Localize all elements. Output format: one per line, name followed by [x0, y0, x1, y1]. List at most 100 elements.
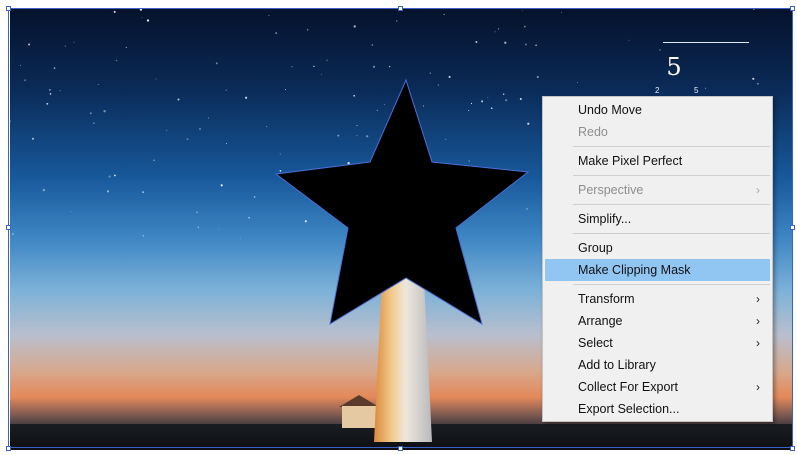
sky-star — [429, 72, 431, 74]
menu-item-arrange[interactable]: Arrange › — [545, 310, 770, 332]
sky-star — [268, 14, 270, 16]
sky-star — [240, 238, 242, 240]
sky-star — [153, 159, 155, 161]
menu-item-label: Arrange — [578, 314, 623, 328]
sky-star — [353, 25, 356, 28]
sky-star — [20, 64, 21, 66]
sky-star — [12, 233, 14, 235]
menu-item-select[interactable]: Select › — [545, 332, 770, 354]
sky-star — [372, 65, 376, 68]
menu-item-label: Make Pixel Perfect — [578, 154, 683, 168]
sky-star — [103, 110, 106, 113]
sky-star — [49, 89, 51, 91]
sky-star — [220, 184, 223, 187]
sky-star — [497, 28, 500, 30]
sky-star — [306, 28, 309, 31]
sky-star — [115, 59, 118, 62]
sky-star — [577, 82, 579, 84]
menu-item-label: Make Clipping Mask — [578, 263, 691, 277]
sky-star — [753, 9, 755, 11]
menu-item-label: Transform — [578, 292, 635, 306]
sky-star — [186, 138, 189, 140]
menu-separator — [573, 175, 770, 176]
resize-handle-bottom-left[interactable] — [6, 446, 11, 451]
chevron-right-icon: › — [756, 336, 760, 350]
menu-item-make-pixel-perfect[interactable]: Make Pixel Perfect — [545, 150, 770, 172]
chevron-right-icon: › — [756, 314, 760, 328]
resize-handle-bottom-right[interactable] — [790, 446, 795, 451]
sky-star — [326, 59, 328, 62]
sky-star — [59, 90, 61, 92]
menu-item-perspective[interactable]: Perspective › — [545, 179, 770, 201]
sky-star — [155, 78, 157, 80]
sky-star — [97, 84, 99, 85]
sky-star — [244, 96, 248, 99]
menu-item-export-selection[interactable]: Export Selection... — [545, 398, 770, 420]
sky-star — [371, 44, 374, 46]
sky-star — [704, 87, 707, 89]
menu-item-label: Perspective — [578, 183, 644, 197]
sky-star — [215, 62, 218, 65]
menu-item-collect-for-export[interactable]: Collect For Export › — [545, 376, 770, 398]
menu-item-group[interactable]: Group — [545, 237, 770, 259]
sky-star — [49, 93, 52, 95]
sky-star — [69, 211, 71, 213]
menu-item-label: Export Selection... — [578, 402, 680, 416]
sky-star — [10, 120, 11, 122]
resize-handle-top-left[interactable] — [6, 6, 11, 11]
sky-star — [757, 82, 759, 85]
resize-handle-right[interactable] — [790, 225, 795, 230]
menu-item-simplify[interactable]: Simplify... — [545, 208, 770, 230]
menu-separator — [573, 204, 770, 205]
sky-star — [125, 46, 127, 49]
sky-star — [225, 89, 227, 91]
menu-item-undo-move[interactable]: Undo Move — [545, 99, 770, 121]
menu-item-transform[interactable]: Transform › — [545, 288, 770, 310]
menu-item-label: Simplify... — [578, 212, 632, 226]
sky-star — [106, 190, 110, 193]
sky-star — [177, 98, 180, 101]
sky-star — [320, 73, 322, 75]
artboard-tick-label: 5 — [694, 86, 699, 95]
sky-star — [73, 41, 75, 43]
sky-star — [659, 49, 661, 51]
menu-item-label: Select — [578, 336, 613, 350]
sky-star — [275, 32, 278, 35]
menu-item-redo[interactable]: Redo — [545, 121, 770, 143]
sky-star — [535, 44, 537, 47]
sky-star — [388, 65, 391, 68]
sky-star — [396, 20, 398, 22]
artboard-tick-label: 2 — [655, 86, 660, 95]
sky-star — [561, 11, 563, 13]
sky-star — [113, 10, 116, 13]
cottage — [342, 406, 376, 428]
resize-handle-left[interactable] — [6, 225, 11, 230]
sky-star — [142, 191, 144, 193]
sky-star — [64, 45, 66, 47]
chevron-right-icon: › — [756, 183, 760, 197]
sky-star — [53, 67, 56, 69]
sky-star — [752, 77, 755, 80]
sky-star — [46, 102, 49, 105]
sky-star — [24, 79, 26, 82]
sky-star — [28, 43, 31, 46]
sky-star — [42, 188, 45, 192]
star-icon[interactable] — [266, 78, 530, 326]
sky-star — [146, 19, 150, 22]
resize-handle-bottom[interactable] — [398, 446, 403, 451]
sky-star — [142, 234, 145, 237]
sky-star — [141, 17, 143, 19]
sky-star — [208, 117, 209, 119]
resize-handle-top-right[interactable] — [790, 6, 795, 11]
resize-handle-top[interactable] — [398, 6, 403, 11]
artboard-divider — [663, 42, 749, 43]
menu-item-add-to-library[interactable]: Add to Library — [545, 354, 770, 376]
sky-star — [93, 122, 95, 124]
sky-star — [521, 10, 523, 12]
menu-item-make-clipping-mask[interactable]: Make Clipping Mask — [545, 259, 770, 281]
context-menu: Undo Move Redo Make Pixel Perfect Perspe… — [542, 96, 773, 422]
sky-star — [32, 137, 34, 140]
chevron-right-icon: › — [756, 292, 760, 306]
sky-star — [197, 226, 199, 228]
sky-star — [196, 211, 198, 214]
